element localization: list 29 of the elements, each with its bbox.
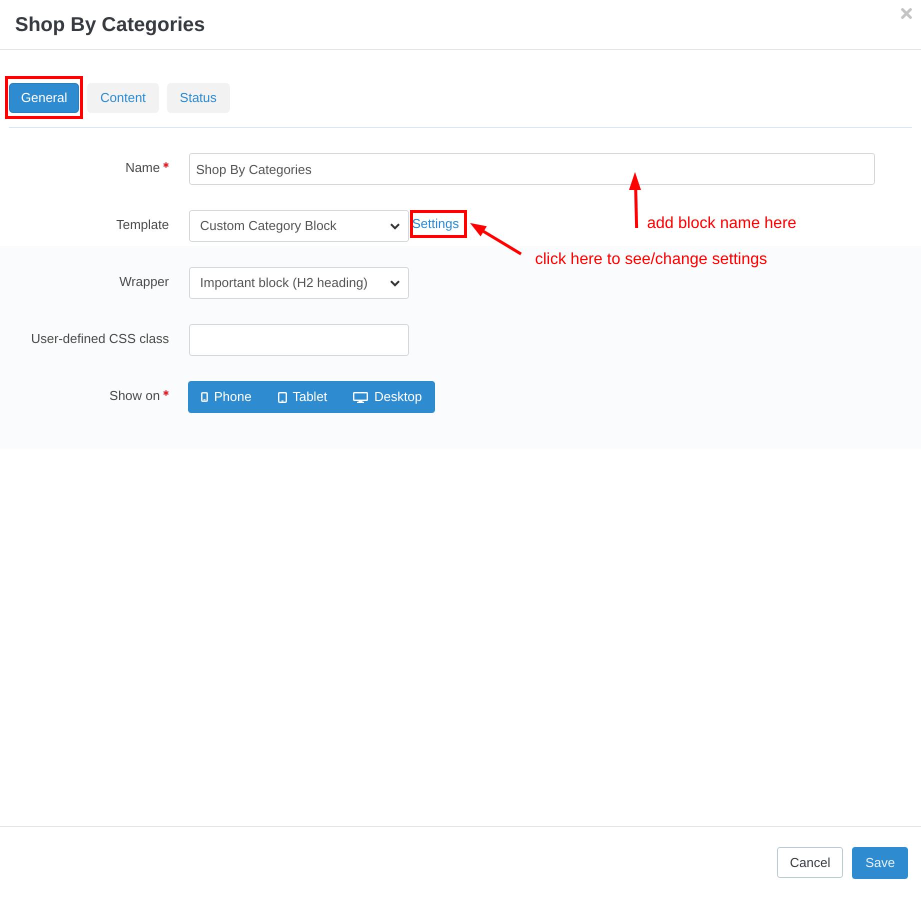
- tab[interactable]: General: [9, 83, 80, 113]
- annotation-arrow: [470, 223, 522, 256]
- chevron-down-icon: [390, 222, 400, 230]
- annotation-text: add block name here: [647, 214, 796, 234]
- tab[interactable]: Status: [166, 83, 230, 113]
- dialog-title: Shop By Categories: [15, 12, 206, 36]
- phone-icon: [201, 392, 208, 402]
- field-label: User-defined CSS class: [31, 330, 169, 348]
- field-label: Wrapper: [119, 273, 169, 291]
- field-label: Template: [116, 216, 169, 234]
- dropdown-select[interactable]: Important block (H2 heading): [189, 267, 409, 299]
- close-icon[interactable]: [901, 8, 912, 19]
- annotation-arrow: [629, 172, 641, 228]
- chevron-down-icon: [390, 280, 400, 286]
- device-toggle-button[interactable]: Tablet: [264, 381, 340, 413]
- text-input[interactable]: Shop By Categories: [189, 153, 875, 185]
- dropdown-select[interactable]: Custom Category Block: [189, 210, 409, 242]
- tab[interactable]: Content: [87, 83, 159, 113]
- cancel-button[interactable]: Cancel: [776, 847, 844, 878]
- settings-link[interactable]: Settings: [412, 215, 459, 233]
- device-toggle-button[interactable]: Desktop: [340, 381, 435, 413]
- field-label: Name: [125, 159, 160, 177]
- text-input[interactable]: [189, 324, 409, 356]
- save-button[interactable]: Save: [852, 847, 908, 879]
- desktop-icon: [353, 392, 368, 402]
- tablet-icon: [278, 392, 287, 402]
- field-label: Show on: [109, 387, 160, 405]
- annotation-text: click here to see/change settings: [535, 250, 768, 270]
- device-toggle-button[interactable]: Phone: [188, 381, 265, 413]
